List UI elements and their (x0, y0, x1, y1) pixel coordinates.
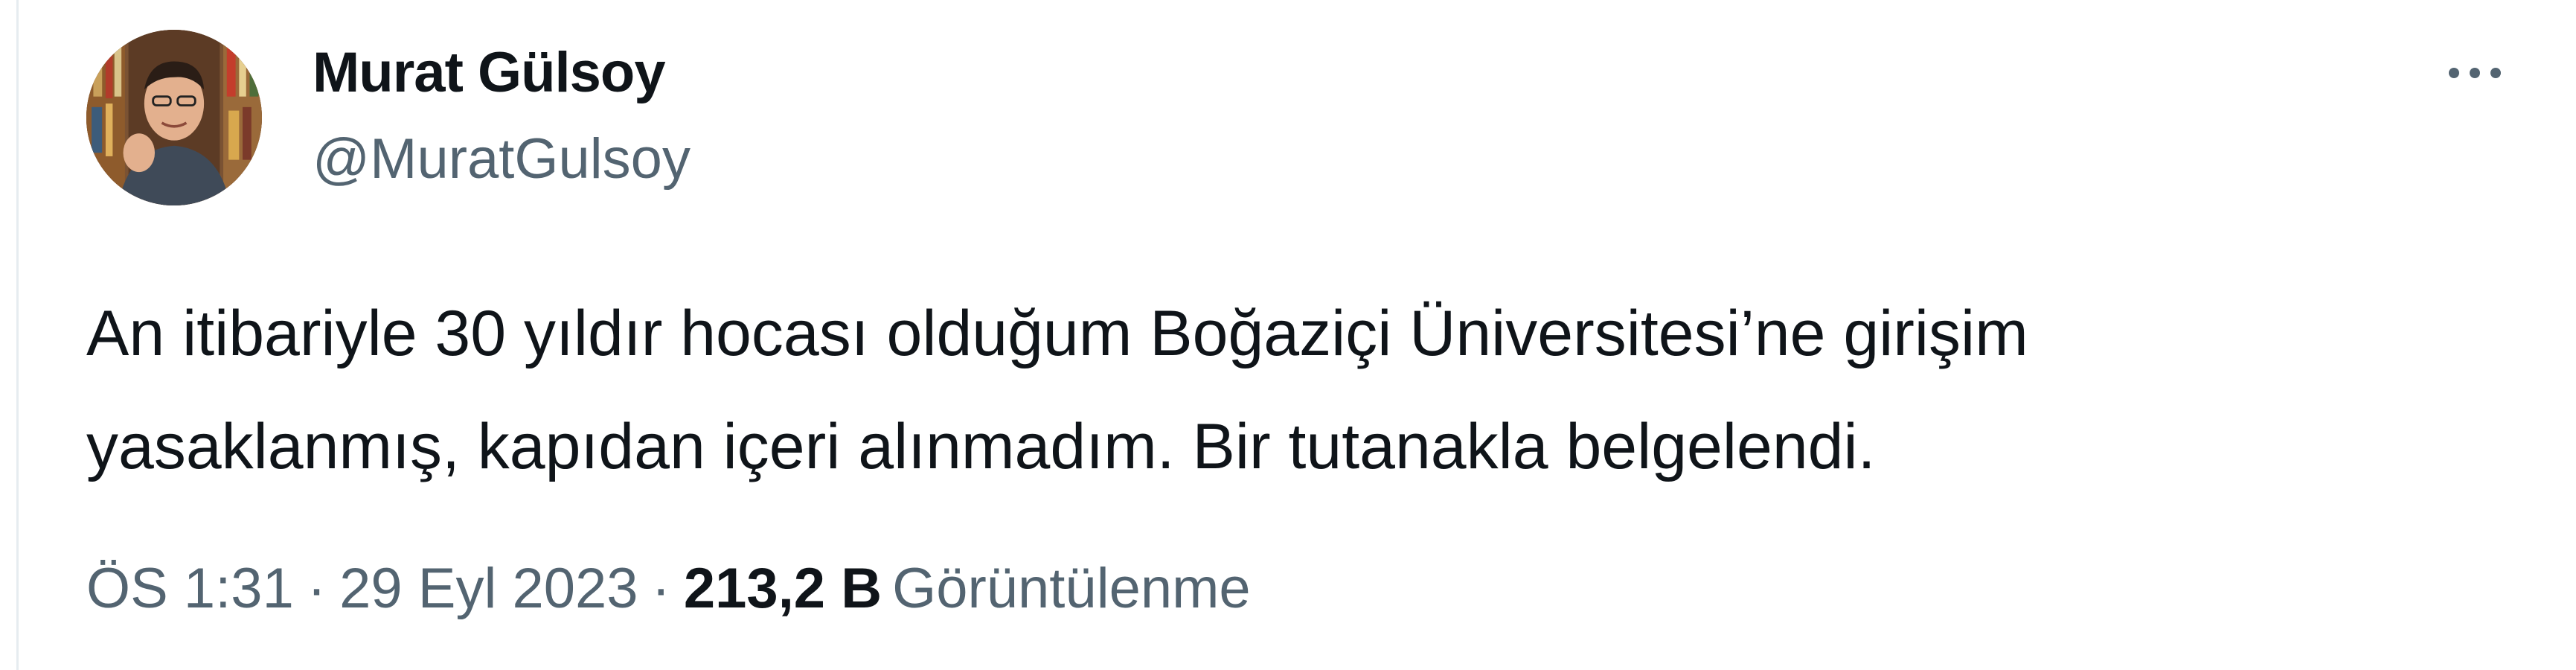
tweet-text-line: yasaklanmış, kapıdan içeri alınmadım. Bi… (86, 411, 1876, 482)
author-avatar[interactable] (86, 30, 262, 205)
meta-separator: · (651, 557, 670, 620)
author-display-name[interactable]: Murat Gülsoy (313, 37, 666, 109)
profile-photo-icon (86, 30, 262, 205)
meta-separator: · (307, 557, 327, 620)
tweet-card: Murat Gülsoy @MuratGulsoy An itibariyle … (0, 0, 2576, 670)
tweet-meta: ÖS 1:31 · 29 Eyl 2023 · 213,2 B Görüntülenme (86, 548, 1251, 630)
tweet-time[interactable]: ÖS 1:31 (86, 557, 294, 620)
ellipsis-icon (2449, 68, 2501, 78)
tweet-text: An itibariyle 30 yıldır hocası olduğum B… (86, 277, 2527, 503)
more-options-button[interactable] (2439, 51, 2511, 95)
card-left-border (16, 0, 19, 670)
author-handle[interactable]: @MuratGulsoy (313, 124, 691, 195)
tweet-date[interactable]: 29 Eyl 2023 (339, 557, 638, 620)
views-count[interactable]: 213,2 B (684, 557, 882, 620)
views-label[interactable]: Görüntülenme (892, 557, 1251, 620)
tweet-text-line: An itibariyle 30 yıldır hocası olduğum B… (86, 298, 2028, 369)
